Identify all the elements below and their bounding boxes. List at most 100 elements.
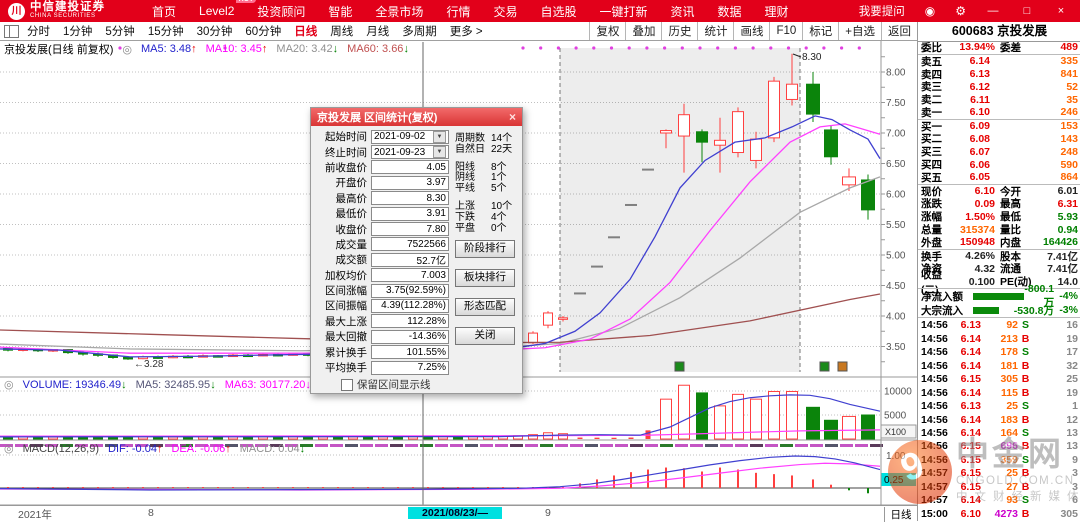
menu-item[interactable]: 一键打新 <box>599 3 647 20</box>
dialog-field-input[interactable]: 7522566 <box>371 237 449 251</box>
ask-question-link[interactable]: 我要提问 <box>859 3 905 19</box>
settings-gear-icon[interactable]: ⚙ <box>955 4 966 18</box>
dialog-field-input[interactable]: 3.91 <box>371 207 449 221</box>
dialog-field-label: 平均换手 <box>313 360 371 375</box>
top-right-controls: 我要提问 ◉ ⚙ — □ × <box>859 3 1080 19</box>
dialog-close-icon[interactable]: × <box>509 111 516 123</box>
dialog-field-input[interactable]: 7.25% <box>371 361 449 375</box>
crosshair-date-tag: 2021/08/23/— <box>408 507 502 519</box>
split-window-icon[interactable] <box>4 25 19 38</box>
dialog-field-input[interactable]: 2021-09-23▼ <box>371 145 449 159</box>
toolbar-button[interactable]: 复权 <box>589 22 625 40</box>
svg-text:6.00: 6.00 <box>886 190 906 201</box>
dialog-field-input[interactable]: 4.39(112.28%) <box>371 299 449 313</box>
dialog-field-row: 累计换手101.55% <box>313 344 449 359</box>
menu-item[interactable]: 首页 <box>152 3 176 20</box>
period-tab[interactable]: 15分钟 <box>148 23 184 39</box>
app-logo: 川 中信建投证券 CHINA SECURITIES <box>0 2 146 20</box>
tick-row: 14:566.14115B19 <box>918 386 1080 399</box>
dialog-button[interactable]: 形态匹配 <box>455 298 515 316</box>
period-tab[interactable]: 多周期 <box>402 23 437 39</box>
tick-row: 14:566.15696B13 <box>918 440 1080 453</box>
tick-list[interactable]: 14:566.1392S1614:566.14213B1914:566.1417… <box>918 318 1080 521</box>
menu-item[interactable]: 数据 <box>718 3 742 20</box>
dialog-field-value: 112.28% <box>374 316 446 327</box>
dialog-stat-line: 周期数14个 <box>455 129 518 140</box>
dialog-field-input[interactable]: 7.003 <box>371 268 449 282</box>
dialog-field-label: 区间振幅 <box>313 298 371 313</box>
dialog-field-input[interactable]: -14.36% <box>371 330 449 344</box>
dialog-field-input[interactable]: 4.05 <box>371 160 449 174</box>
stat-gap <box>455 190 518 197</box>
close-button[interactable]: × <box>1054 5 1068 17</box>
toolbar-button[interactable]: 历史 <box>661 22 697 40</box>
dialog-field-input[interactable]: 3.75(92.59%) <box>371 284 449 298</box>
dialog-field-value: 52.7亿 <box>374 252 446 267</box>
event-marker-icon <box>838 362 847 371</box>
dialog-titlebar[interactable]: 京投发展 区间统计(复权) × <box>311 108 522 126</box>
dialog-field-input[interactable]: 2021-09-02▼ <box>371 130 449 144</box>
dialog-field-input[interactable]: 112.28% <box>371 314 449 328</box>
event-marker-icon <box>820 362 829 371</box>
toolbar-buttons: 复权叠加历史统计画线F10标记+自选返回 <box>589 22 917 40</box>
checkbox-icon[interactable] <box>341 379 353 391</box>
dialog-button[interactable]: 阶段排行 <box>455 240 515 258</box>
sell-row[interactable]: 卖一6.10246 <box>918 106 1080 119</box>
menu-item[interactable]: 智能 <box>328 3 352 20</box>
dialog-field-row: 起始时间2021-09-02▼ <box>313 129 449 144</box>
tick-row: 14:566.15305B25 <box>918 373 1080 386</box>
top-menu: 首页 Level2HOT 投资顾问 智能 全景市场 行情 交易 自选股 一键打新 资讯 数据 理财 <box>152 3 789 20</box>
period-tab[interactable]: 更多 > <box>450 23 483 39</box>
period-tab[interactable]: 月线 <box>366 23 389 39</box>
dialog-field-label: 最大上涨 <box>313 314 371 329</box>
toolbar-button[interactable]: 画线 <box>733 22 769 40</box>
dialog-field-row: 最低价3.91 <box>313 206 449 221</box>
period-indicator-box[interactable]: 日线 <box>884 507 917 522</box>
menu-item[interactable]: 理财 <box>765 3 789 20</box>
menu-item[interactable]: 交易 <box>493 3 517 20</box>
period-tab[interactable]: 周线 <box>330 23 353 39</box>
menu-item[interactable]: 投资顾问 <box>257 3 305 20</box>
toolbar-button[interactable]: 返回 <box>881 22 917 40</box>
dialog-field-input[interactable]: 8.30 <box>371 191 449 205</box>
dialog-field-row: 收盘价7.80 <box>313 221 449 236</box>
dialog-field-label: 最低价 <box>313 206 371 221</box>
period-tab[interactable]: 1分钟 <box>63 23 92 39</box>
user-icon[interactable]: ◉ <box>925 4 935 18</box>
tick-row: 14:566.14213B19 <box>918 333 1080 346</box>
stock-title: 600683 京投发展 <box>917 22 1080 42</box>
period-tab[interactable]: 30分钟 <box>197 23 233 39</box>
menu-item[interactable]: Level2HOT <box>199 4 234 18</box>
tick-row: 14:566.14181B32 <box>918 359 1080 372</box>
dialog-button[interactable]: 板块排行 <box>455 269 515 287</box>
minimize-button[interactable]: — <box>986 5 1000 17</box>
toolbar-button[interactable]: 统计 <box>697 22 733 40</box>
logo-subtitle: CHINA SECURITIES <box>30 13 105 20</box>
toolbar-button[interactable]: F10 <box>769 22 802 40</box>
dropdown-arrow-icon[interactable]: ▼ <box>433 146 446 158</box>
dialog-field-value: 8.30 <box>374 193 446 204</box>
menu-item[interactable]: 全景市场 <box>375 3 423 20</box>
dialog-field-input[interactable]: 7.80 <box>371 222 449 236</box>
dialog-field-input[interactable]: 3.97 <box>371 176 449 190</box>
keep-range-lines-checkbox[interactable]: 保留区间显示线 <box>311 377 522 392</box>
period-tab[interactable]: 分时 <box>27 23 50 39</box>
menu-item[interactable]: 自选股 <box>540 3 576 20</box>
toolbar-button[interactable]: +自选 <box>838 22 881 40</box>
toolbar-button[interactable]: 标记 <box>802 22 838 40</box>
toolbar-button[interactable]: 叠加 <box>625 22 661 40</box>
dialog-field-input[interactable]: 52.7亿 <box>371 253 449 267</box>
menu-item[interactable]: 行情 <box>446 3 470 20</box>
menu-item[interactable]: 资讯 <box>671 3 695 20</box>
buy-row[interactable]: 买五6.05864 <box>918 171 1080 184</box>
dropdown-arrow-icon[interactable]: ▼ <box>433 131 446 143</box>
dialog-field-value: 3.97 <box>374 177 446 188</box>
info-row: 外盘150948内盘164426 <box>918 236 1080 249</box>
period-tab[interactable]: 日线 <box>294 23 317 39</box>
dialog-field-input[interactable]: 101.55% <box>371 345 449 359</box>
flow-row: 大宗流入-530.8万-3% <box>918 303 1080 317</box>
period-tab[interactable]: 5分钟 <box>105 23 134 39</box>
dialog-button[interactable]: 关闭 <box>455 327 515 345</box>
maximize-button[interactable]: □ <box>1020 5 1034 17</box>
period-tab[interactable]: 60分钟 <box>245 23 281 39</box>
